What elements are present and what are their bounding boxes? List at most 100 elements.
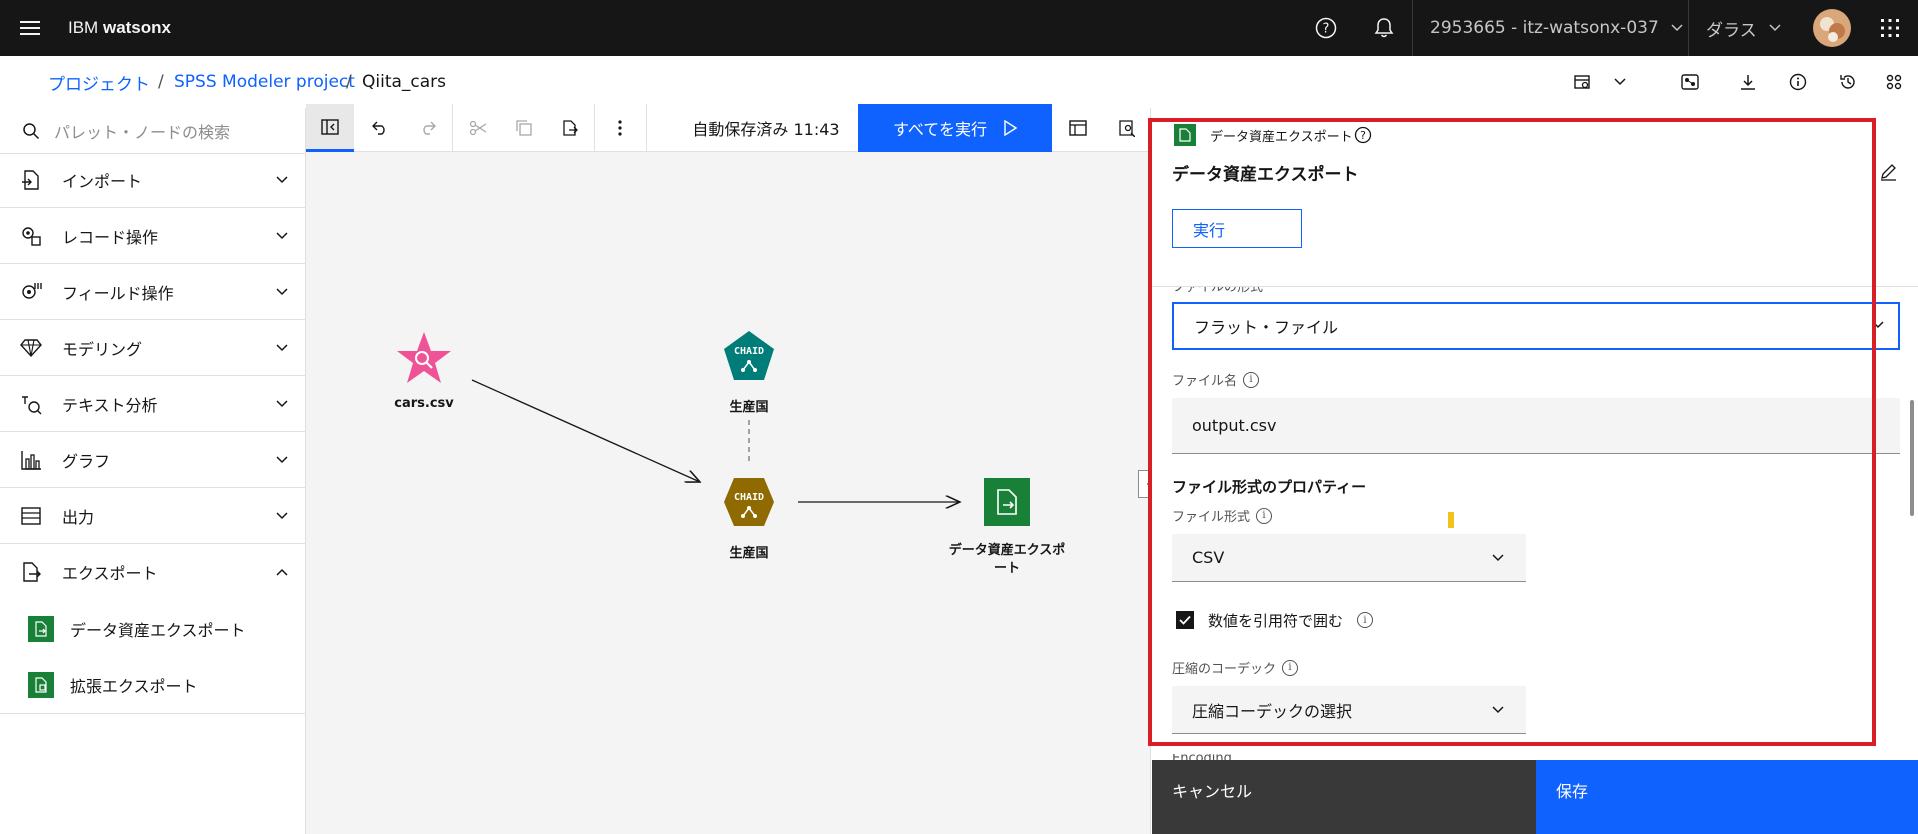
palette-node-extension-export[interactable]: 拡張エクスポート [0, 656, 306, 714]
cut-icon[interactable] [454, 104, 502, 152]
undo-icon[interactable] [356, 104, 404, 152]
palette-search[interactable]: パレット・ノードの検索 [0, 108, 306, 154]
model-icon[interactable] [1674, 66, 1706, 98]
category-label: レコード操作 [62, 227, 159, 247]
file-name-label-row: ファイル名 i [1172, 370, 1260, 389]
flow-properties-icon[interactable] [1102, 104, 1150, 152]
chevron-down-icon [1492, 554, 1504, 562]
account-switcher[interactable]: 2953665 - itz-watsonx-037 [1430, 0, 1683, 56]
avatar[interactable] [1812, 0, 1852, 56]
divider [594, 104, 595, 152]
info-icon[interactable]: i [1282, 659, 1299, 676]
notification-icon[interactable] [1366, 0, 1402, 56]
category-text-analysis[interactable]: テキスト分析 [0, 376, 306, 432]
flow-settings-icon[interactable] [1566, 66, 1598, 98]
palette-node-data-asset-export[interactable]: データ資産エクスポート [0, 602, 306, 656]
svg-text:CHAID: CHAID [734, 346, 764, 357]
link-source-to-nugget [471, 379, 700, 482]
category-label: エクスポート [62, 564, 158, 583]
info-icon[interactable]: i [1243, 371, 1260, 388]
breadcrumb-projects[interactable]: プロジェクト [48, 56, 150, 108]
breadcrumb-separator: / [158, 72, 164, 92]
brand-name: watsonx [102, 18, 171, 37]
region-name: ダラス [1706, 20, 1757, 41]
product-name[interactable]: IBM watsonx [68, 0, 171, 56]
file-type-dropdown[interactable]: フラット・ファイル [1172, 302, 1900, 350]
info-icon[interactable]: i [1256, 507, 1273, 524]
panel-scrollbar[interactable] [1910, 400, 1914, 516]
redo-icon[interactable] [404, 104, 452, 152]
node-chaid-nugget[interactable]: CHAID [722, 476, 776, 528]
file-name-label: ファイル名 [1172, 374, 1238, 389]
category-record-ops[interactable]: レコード操作 [0, 208, 306, 264]
copy-icon[interactable] [500, 104, 548, 152]
chevron-down-icon [276, 399, 288, 408]
download-icon[interactable] [1732, 66, 1764, 98]
chaid-model-icon: CHAID [724, 331, 774, 380]
app-switcher-icon[interactable] [1872, 0, 1908, 56]
info-icon[interactable]: i [1357, 612, 1374, 628]
file-format-value: CSV [1192, 548, 1225, 567]
category-label: フィールド操作 [62, 283, 174, 303]
quote-numbers-checkbox[interactable]: 数値を引用符で囲む i [1176, 610, 1374, 630]
modeling-icon [18, 335, 44, 361]
file-format-label: ファイル形式 [1172, 510, 1251, 525]
edit-icon[interactable] [1876, 160, 1900, 184]
file-type-value: フラット・ファイル [1194, 318, 1339, 337]
node-cars-csv[interactable] [394, 330, 454, 390]
region-switcher[interactable]: ダラス [1706, 0, 1781, 56]
category-modeling[interactable]: モデリング [0, 320, 306, 376]
file-format-label-row: ファイル形式 i [1172, 506, 1273, 525]
svg-text:?: ? [1360, 129, 1366, 142]
field-ops-icon [18, 279, 44, 305]
file-name-input[interactable]: output.csv [1172, 398, 1900, 454]
history-icon[interactable] [1832, 66, 1864, 98]
panel-title: データ資産エクスポート [1172, 165, 1359, 185]
paste-icon[interactable] [546, 104, 594, 152]
category-label: 出力 [62, 507, 95, 527]
play-icon [1003, 120, 1017, 136]
category-import[interactable]: インポート [0, 152, 306, 208]
palette-node-label: 拡張エクスポート [70, 676, 198, 696]
codec-value: 圧縮コーデックの選択 [1192, 701, 1353, 721]
graph-icon [18, 447, 44, 473]
node-label: cars.csv [394, 396, 454, 411]
category-label: インポート [62, 171, 143, 191]
palette-node-label: データ資産エクスポート [70, 621, 246, 640]
svg-text:CHAID: CHAID [734, 492, 764, 503]
node-chaid-model[interactable]: CHAID [722, 330, 776, 382]
chevron-up-icon [276, 568, 288, 576]
run-node-button[interactable]: 実行 [1172, 209, 1302, 248]
export-node-icon [997, 489, 1017, 515]
overflow-menu-icon[interactable] [596, 104, 644, 152]
cursor-marker [1448, 512, 1454, 528]
category-graph[interactable]: グラフ [0, 432, 306, 488]
info-icon[interactable] [1782, 66, 1814, 98]
summary-icon[interactable] [1054, 104, 1102, 152]
settings-icon[interactable] [1878, 66, 1910, 98]
cancel-button[interactable]: キャンセル [1152, 760, 1536, 834]
run-all-button[interactable]: すべてを実行 [858, 104, 1052, 152]
category-output[interactable]: 出力 [0, 488, 306, 544]
search-placeholder: パレット・ノードの検索 [54, 122, 231, 142]
divider [1412, 0, 1413, 56]
divider [1688, 0, 1689, 56]
chevron-down-icon [1671, 24, 1683, 32]
divider [1152, 286, 1918, 287]
chevron-down-icon[interactable] [1604, 66, 1636, 98]
help-icon[interactable]: ? [1308, 0, 1344, 56]
text-analysis-icon [18, 391, 44, 417]
chevron-down-icon [276, 231, 288, 240]
breadcrumb-project[interactable]: SPSS Modeler project [174, 56, 355, 108]
category-field-ops[interactable]: フィールド操作 [0, 264, 306, 320]
category-export[interactable]: エクスポート [0, 544, 306, 600]
category-label: グラフ [62, 451, 111, 471]
node-data-asset-export[interactable] [984, 478, 1030, 526]
file-format-dropdown[interactable]: CSV [1172, 534, 1526, 582]
menu-icon[interactable] [12, 0, 48, 56]
file-name-value: output.csv [1192, 416, 1277, 435]
codec-dropdown[interactable]: 圧縮コーデックの選択 [1172, 686, 1526, 734]
help-icon[interactable]: ? [1352, 124, 1374, 146]
save-button[interactable]: 保存 [1536, 760, 1918, 834]
toggle-palette-icon[interactable] [306, 104, 354, 152]
